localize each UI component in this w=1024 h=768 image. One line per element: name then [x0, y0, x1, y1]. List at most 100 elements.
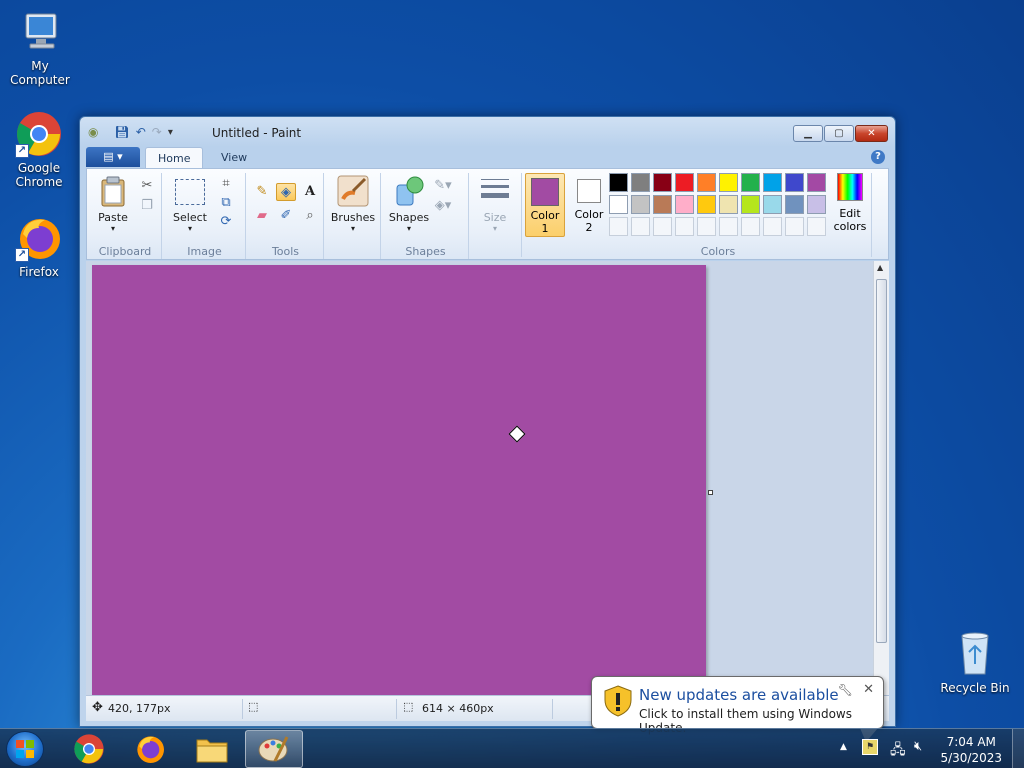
clock[interactable]: 7:04 AM 5/30/2023 [940, 734, 1002, 766]
magnifier-icon[interactable]: ⌕ [300, 207, 320, 225]
notification-title: New updates are available [639, 686, 839, 704]
palette-swatch[interactable] [631, 173, 650, 192]
volume-muted-icon[interactable]: 🔇︎ [914, 739, 922, 754]
palette-swatch-empty[interactable] [653, 217, 672, 236]
desktop-icon-chrome[interactable]: ↗ Google Chrome [0, 110, 79, 189]
palette-swatch-empty[interactable] [719, 217, 738, 236]
palette-swatch-empty[interactable] [631, 217, 650, 236]
palette-swatch[interactable] [697, 173, 716, 192]
action-center-icon[interactable]: ⚑ [862, 739, 878, 755]
desktop-icon-my-computer[interactable]: My Computer [0, 8, 80, 87]
palette-swatch[interactable] [697, 195, 716, 214]
desktop-label-firefox: Firefox [19, 265, 59, 279]
paint-menu-button[interactable]: ▤ ▾ [86, 147, 140, 167]
color1-button[interactable]: Color 1 [525, 173, 565, 237]
palette-swatch[interactable] [785, 195, 804, 214]
rotate-icon[interactable]: ⟳ [216, 213, 236, 231]
tab-home[interactable]: Home [145, 147, 204, 169]
taskbar-chrome[interactable] [60, 730, 118, 768]
crop-icon[interactable]: ⌗ [216, 175, 236, 193]
resize-icon[interactable]: ⧉ [216, 194, 236, 212]
palette-swatch[interactable] [807, 173, 826, 192]
palette-swatch-empty[interactable] [697, 217, 716, 236]
palette-swatch[interactable] [741, 195, 760, 214]
color2-button[interactable]: Color 2 [569, 173, 609, 237]
scroll-up-icon[interactable]: ▲ [877, 263, 883, 272]
palette-swatch[interactable] [653, 173, 672, 192]
palette-swatch[interactable] [719, 173, 738, 192]
redo-icon[interactable]: ↷ [152, 125, 162, 139]
shapes-icon [393, 175, 425, 207]
desktop-icon-firefox[interactable]: ↗ Firefox [0, 214, 79, 279]
tray-overflow-icon[interactable]: ▲ [840, 742, 847, 752]
customize-qat-icon[interactable]: ▾ [168, 127, 173, 138]
palette-swatch[interactable] [719, 195, 738, 214]
desktop-label-recycle-bin: Recycle Bin [940, 681, 1010, 695]
palette-swatch[interactable] [631, 195, 650, 214]
palette-swatch-empty[interactable] [741, 217, 760, 236]
paint-app-icon[interactable]: ◉ [88, 125, 98, 139]
drawing-canvas[interactable] [92, 265, 706, 695]
palette-swatch-empty[interactable] [785, 217, 804, 236]
resize-handle-right[interactable] [708, 490, 713, 495]
chrome-icon: ↗ [15, 110, 63, 158]
shapes-button[interactable]: Shapes ▾ [387, 175, 431, 233]
color-picker-icon[interactable]: ✐ [276, 207, 296, 225]
canvas-area [86, 261, 873, 695]
notification-options-icon[interactable]: 🔧︎ [838, 683, 853, 697]
palette-swatch-empty[interactable] [807, 217, 826, 236]
cut-icon[interactable]: ✂ [137, 177, 157, 195]
desktop-icon-recycle-bin[interactable]: Recycle Bin [935, 630, 1015, 695]
paste-button[interactable]: Paste ▾ [93, 175, 133, 233]
palette-swatch[interactable] [675, 173, 694, 192]
tab-view[interactable]: View [209, 147, 259, 169]
edit-colors-button[interactable]: Edit colors [831, 173, 869, 233]
palette-swatch[interactable] [763, 195, 782, 214]
brushes-label: Brushes [330, 211, 376, 224]
vertical-scrollbar[interactable]: ▲ ▼ [873, 261, 889, 695]
palette-swatch[interactable] [741, 173, 760, 192]
save-icon[interactable]: 💾︎ [114, 125, 129, 139]
group-shapes: Shapes ▾ ✎▾ ◈▾ Shapes [383, 173, 469, 259]
show-desktop-button[interactable] [1012, 729, 1024, 768]
help-icon[interactable]: ? [871, 150, 885, 164]
size-button[interactable]: Size ▾ [475, 175, 515, 233]
clipboard-group-label: Clipboard [98, 245, 152, 258]
cursor-position: 420, 177px [108, 702, 171, 715]
palette-swatch[interactable] [609, 195, 628, 214]
palette-swatch[interactable] [763, 173, 782, 192]
taskbar-paint[interactable] [245, 730, 303, 768]
palette-swatch[interactable] [675, 195, 694, 214]
close-button[interactable]: ✕ [855, 125, 888, 142]
copy-icon[interactable]: ❐ [137, 197, 157, 215]
eraser-icon[interactable]: ▰ [252, 207, 272, 225]
outline-icon[interactable]: ✎▾ [433, 177, 453, 195]
text-icon[interactable]: A [300, 183, 320, 201]
title-bar[interactable]: ◉ 💾︎ ↶ ↷ ▾ Untitled - Paint ▁ ▢ ✕ [80, 117, 895, 147]
minimize-button[interactable]: ▁ [793, 125, 823, 142]
taskbar-firefox[interactable] [121, 730, 179, 768]
taskbar: ▲ ⚑ 🖧︎ 🔇︎ 7:04 AM 5/30/2023 [0, 728, 1024, 768]
start-button[interactable] [6, 731, 44, 767]
palette-swatch-empty[interactable] [675, 217, 694, 236]
desktop-label-chrome-2: Chrome [15, 175, 63, 189]
palette-swatch-empty[interactable] [763, 217, 782, 236]
network-icon[interactable]: 🖧︎ [890, 739, 906, 763]
undo-icon[interactable]: ↶ [136, 125, 146, 139]
scrollbar-thumb[interactable] [876, 279, 887, 643]
palette-swatch[interactable] [785, 173, 804, 192]
fill-icon[interactable]: ◈ [276, 183, 296, 201]
pencil-icon[interactable]: ✎ [252, 183, 272, 201]
select-button[interactable]: Select ▾ [170, 175, 210, 233]
color1-swatch [531, 178, 559, 206]
palette-swatch[interactable] [807, 195, 826, 214]
palette-swatch[interactable] [609, 173, 628, 192]
taskbar-file-explorer[interactable] [183, 730, 241, 768]
update-notification[interactable]: New updates are available Click to insta… [591, 676, 884, 735]
notification-close-button[interactable]: ✕ [863, 682, 874, 697]
shape-fill-icon[interactable]: ◈▾ [433, 197, 453, 215]
maximize-button[interactable]: ▢ [824, 125, 854, 142]
brushes-button[interactable]: Brushes ▾ [330, 175, 376, 233]
palette-swatch-empty[interactable] [609, 217, 628, 236]
palette-swatch[interactable] [653, 195, 672, 214]
